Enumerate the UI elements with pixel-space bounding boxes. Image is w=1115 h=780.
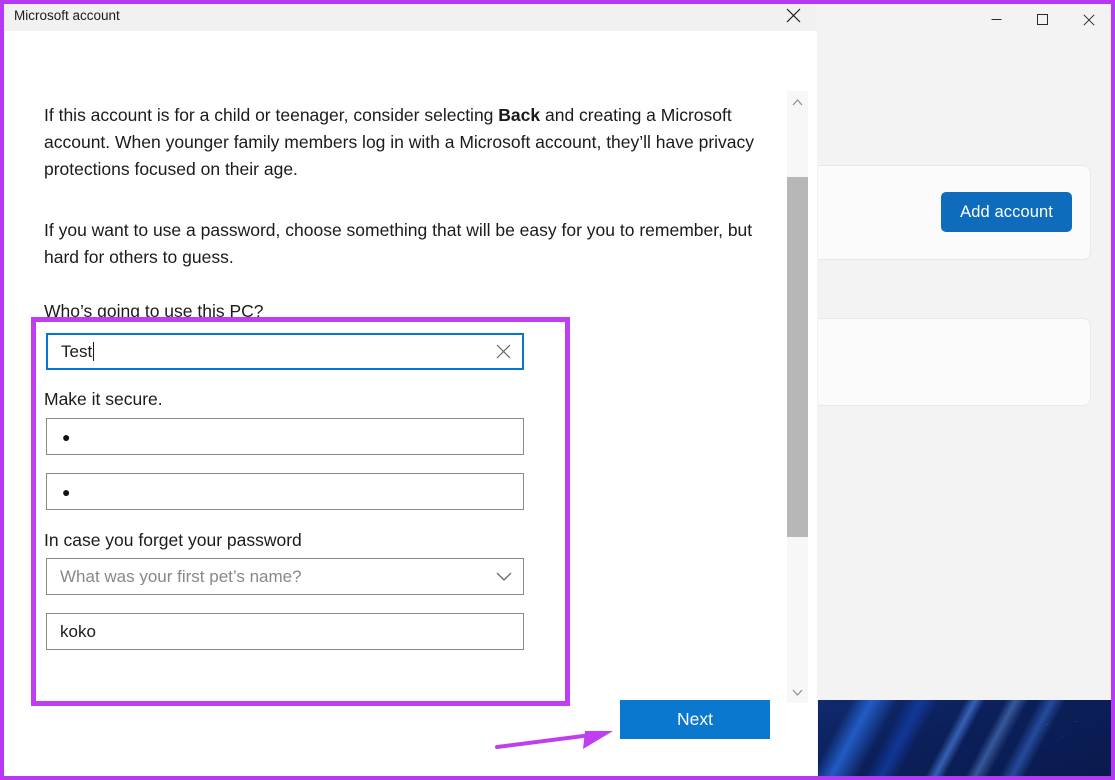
settings-window: Add account: [818, 3, 1112, 701]
security-answer-value: koko: [60, 623, 96, 640]
settings-body: Add account: [818, 36, 1112, 701]
username-field-label: Who’s going to use this PC?: [44, 301, 264, 321]
info-paragraph-child: If this account is for a child or teenag…: [44, 102, 770, 183]
scroll-down-icon[interactable]: [787, 681, 808, 703]
annotation-arrow: [495, 731, 613, 749]
secondary-card: [818, 318, 1091, 406]
confirm-password-input[interactable]: ●: [46, 473, 524, 510]
info-paragraph-password: If you want to use a password, choose so…: [44, 220, 753, 267]
chevron-down-icon[interactable]: [485, 572, 523, 582]
clear-username-icon[interactable]: [484, 344, 522, 359]
text-caret: [93, 342, 95, 361]
password-section-label: Make it secure.: [44, 389, 163, 409]
dialog-titlebar: Microsoft account: [0, 0, 817, 31]
screenshot-root: Add account Microsoft account If this ac…: [0, 0, 1115, 780]
next-button[interactable]: Next: [620, 700, 770, 739]
security-question-section-label: In case you forget your password: [44, 530, 302, 550]
dialog-scrollbar[interactable]: [787, 91, 808, 703]
accounts-card: Add account: [818, 165, 1091, 260]
password-input-value: ●: [62, 428, 71, 445]
username-input-text: Test: [61, 342, 93, 361]
info-paragraph-back-emphasis: Back: [498, 105, 541, 125]
confirm-password-input-value: ●: [62, 483, 71, 500]
scrollbar-thumb[interactable]: [787, 177, 808, 537]
username-input[interactable]: Test: [46, 333, 524, 370]
dialog-close-button[interactable]: [769, 0, 817, 31]
security-question-value: What was your first pet’s name?: [60, 568, 302, 585]
dialog-scroll-area: If this account is for a child or teenag…: [0, 60, 770, 715]
dialog-content: If this account is for a child or teenag…: [0, 31, 817, 780]
add-account-button[interactable]: Add account: [941, 192, 1072, 232]
scroll-up-icon[interactable]: [787, 91, 808, 113]
minimize-button[interactable]: [973, 3, 1019, 36]
info-paragraph-child-lead: If this account is for a child or teenag…: [44, 105, 499, 125]
password-input[interactable]: ●: [46, 418, 524, 455]
maximize-button[interactable]: [1019, 3, 1065, 36]
security-answer-input[interactable]: koko: [46, 613, 524, 650]
desktop-wallpaper: [818, 700, 1112, 777]
settings-titlebar: [818, 3, 1112, 36]
microsoft-account-dialog: Microsoft account If this account is for…: [0, 0, 817, 780]
dialog-title: Microsoft account: [14, 7, 120, 23]
close-button[interactable]: [1065, 3, 1112, 36]
security-question-dropdown[interactable]: What was your first pet’s name?: [46, 558, 524, 595]
username-input-value: Test: [48, 342, 484, 361]
